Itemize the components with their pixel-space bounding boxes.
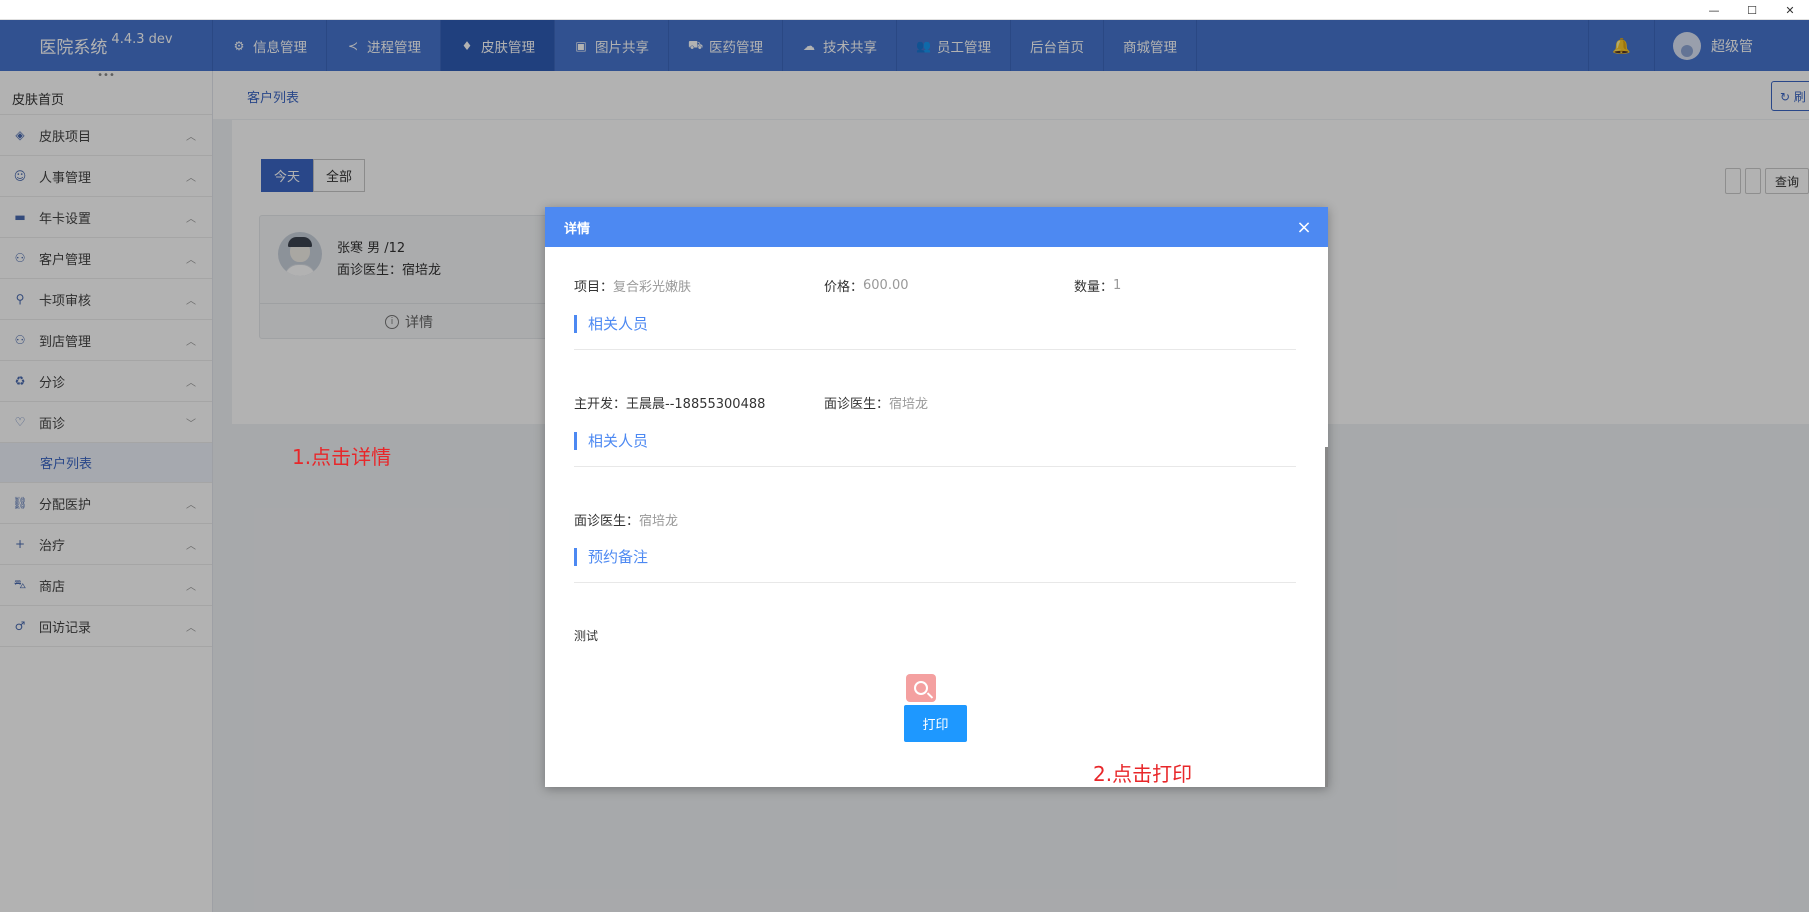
staff-row: 主开发： 王晨晨--18855300488 面诊医生： 宿培龙 bbox=[574, 393, 928, 412]
section-title: 预约备注 bbox=[574, 548, 648, 566]
section-related-staff-2: 相关人员 bbox=[574, 424, 1296, 467]
appointment-note: 测试 bbox=[574, 629, 599, 643]
detail-modal: 详情 × 项目： 复合彩光嫩肤 价格： 600.00 数量： 1 相关人员 主开… bbox=[545, 207, 1328, 787]
window-titlebar: — ☐ ✕ bbox=[0, 0, 1809, 20]
window-controls: — ☐ ✕ bbox=[1695, 0, 1809, 20]
section-appointment-note: 预约备注 bbox=[574, 540, 1296, 583]
section-title: 相关人员 bbox=[574, 315, 648, 333]
quantity-label: 数量： bbox=[1074, 280, 1114, 295]
doctor-row: 面诊医生： 宿培龙 bbox=[574, 510, 678, 529]
project-value: 复合彩光嫩肤 bbox=[613, 280, 692, 295]
price-value: 600.00 bbox=[863, 278, 909, 293]
annotation-step-2: 2.点击打印 bbox=[1093, 762, 1193, 786]
price-label: 价格： bbox=[824, 280, 864, 295]
developer-value: 王晨晨--18855300488 bbox=[626, 397, 766, 412]
modal-scrollbar-thumb[interactable] bbox=[1325, 447, 1328, 787]
annotation-step-1: 1.点击详情 bbox=[292, 445, 392, 469]
print-button[interactable]: 打印 bbox=[904, 705, 967, 742]
close-icon[interactable]: × bbox=[1294, 217, 1314, 238]
maximize-icon[interactable]: ☐ bbox=[1733, 0, 1771, 20]
doctor-value: 宿培龙 bbox=[639, 514, 679, 529]
doctor-label: 面诊医生： bbox=[824, 397, 890, 412]
developer-label: 主开发： bbox=[574, 397, 627, 412]
section-title: 相关人员 bbox=[574, 432, 648, 450]
close-icon[interactable]: ✕ bbox=[1771, 0, 1809, 20]
modal-header: 详情 × bbox=[545, 207, 1328, 247]
minimize-icon[interactable]: — bbox=[1695, 0, 1733, 20]
doctor-label: 面诊医生： bbox=[574, 514, 640, 529]
section-related-staff: 相关人员 bbox=[574, 307, 1296, 350]
search-icon[interactable] bbox=[906, 674, 936, 702]
project-label: 项目： bbox=[574, 280, 614, 295]
quantity-value: 1 bbox=[1113, 278, 1122, 293]
project-row: 项目： 复合彩光嫩肤 价格： 600.00 数量： 1 bbox=[574, 276, 1121, 295]
modal-title: 详情 bbox=[564, 221, 591, 237]
doctor-value: 宿培龙 bbox=[889, 397, 929, 412]
